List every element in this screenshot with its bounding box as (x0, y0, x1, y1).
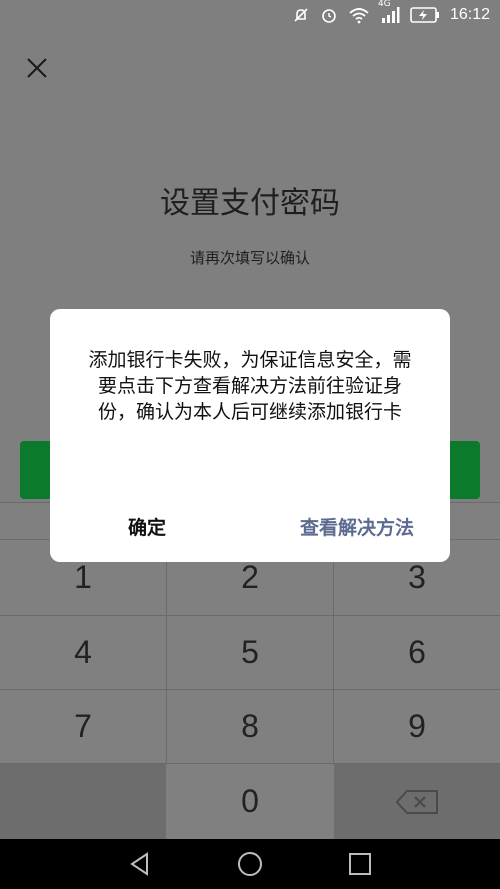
status-bar: 4G 16:12 (0, 0, 500, 34)
battery-charging-icon (410, 7, 440, 23)
key-label: 2 (241, 559, 259, 595)
home-circle-icon (238, 852, 262, 876)
wifi-icon (348, 6, 370, 24)
key-blank (0, 764, 166, 839)
key-label: 9 (408, 708, 426, 744)
key-label: 4 (74, 634, 92, 670)
signal-icon: 4G (378, 0, 400, 24)
key-label: 1 (74, 559, 92, 595)
keypad-divider (0, 615, 500, 616)
no-notification-icon (292, 6, 310, 24)
key-0[interactable]: 0 (167, 764, 333, 839)
network-type-label: 4G (377, 0, 391, 9)
keypad-divider (0, 763, 500, 764)
key-label: 0 (241, 783, 259, 819)
key-6[interactable]: 6 (334, 616, 500, 689)
key-5[interactable]: 5 (167, 616, 333, 689)
page-title: 设置支付密码 (160, 186, 340, 221)
close-icon (27, 58, 47, 78)
confirm-button[interactable]: 确定 (128, 513, 166, 540)
key-label: 6 (408, 634, 426, 670)
nav-home-button[interactable] (235, 849, 265, 879)
backspace-icon (395, 789, 438, 814)
key-4[interactable]: 4 (0, 616, 166, 689)
key-8[interactable]: 8 (167, 690, 333, 763)
navigation-bar (0, 839, 500, 889)
key-label: 8 (241, 708, 259, 744)
page-subtitle: 请再次填写以确认 (189, 249, 310, 267)
dialog-message: 添加银行卡失败，为保证信息安全，需要点击下方查看解决方法前往验证身份，确认为本人… (88, 349, 412, 423)
key-label: 5 (241, 634, 259, 670)
keypad-divider (0, 689, 500, 690)
nav-recents-button[interactable] (345, 849, 375, 879)
key-label: 3 (408, 559, 426, 595)
key-label: 7 (74, 708, 92, 744)
view-solution-button[interactable]: 查看解决方法 (300, 513, 414, 540)
status-time: 16:12 (449, 6, 490, 23)
close-button[interactable] (23, 54, 51, 82)
back-triangle-icon (130, 852, 148, 876)
key-backspace[interactable] (334, 764, 500, 839)
key-9[interactable]: 9 (334, 690, 500, 763)
recents-square-icon (349, 853, 371, 875)
error-dialog: 添加银行卡失败，为保证信息安全，需要点击下方查看解决方法前往验证身份，确认为本人… (50, 309, 450, 562)
nav-back-button[interactable] (125, 849, 155, 879)
key-7[interactable]: 7 (0, 690, 166, 763)
alarm-icon (320, 6, 338, 24)
